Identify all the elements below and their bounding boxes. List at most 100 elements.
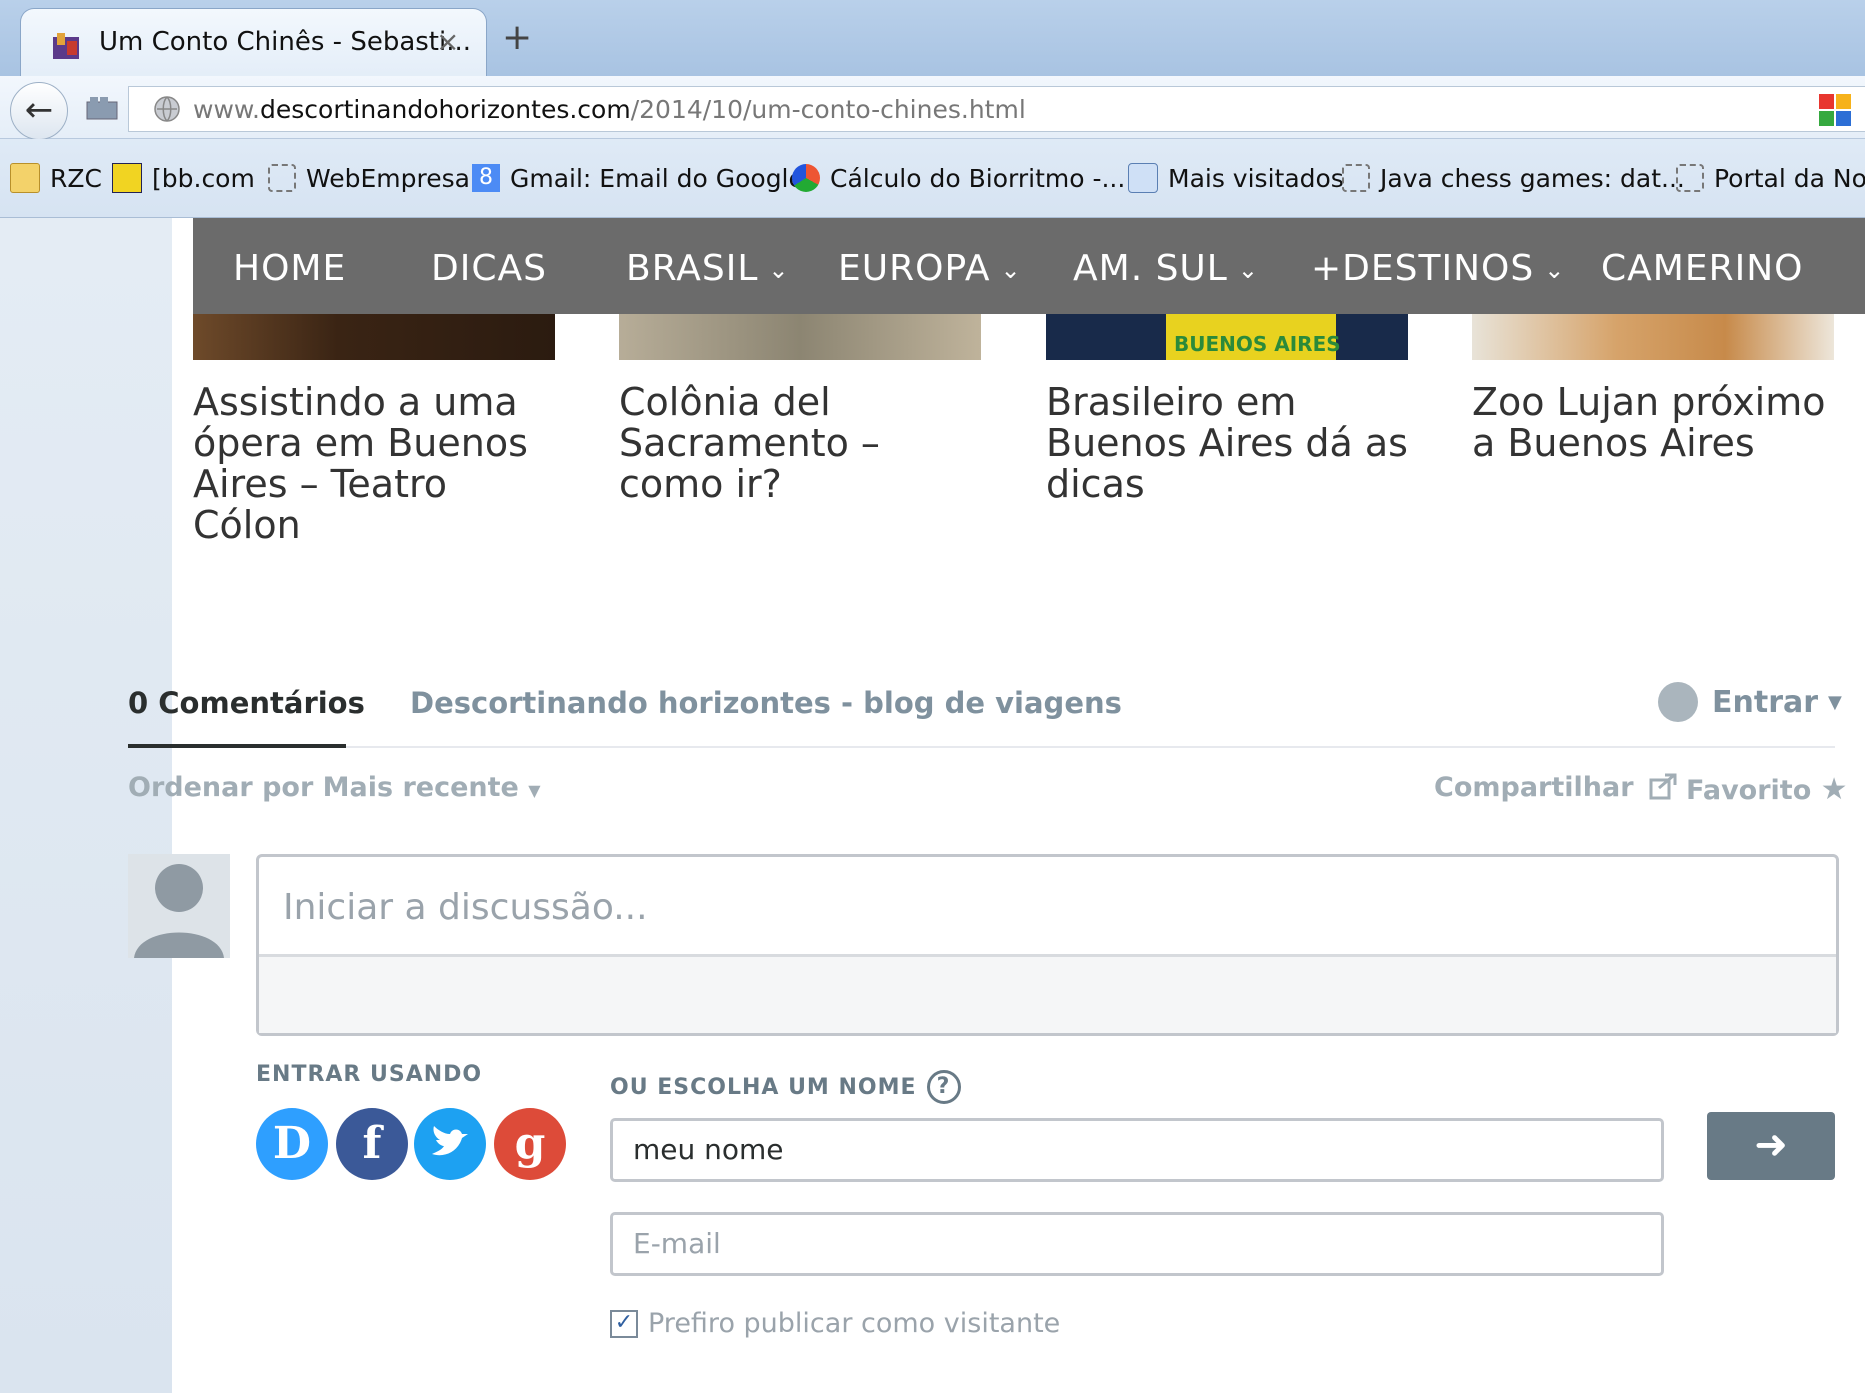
related-thumb-zoo[interactable] bbox=[1472, 314, 1834, 360]
nav-destinos[interactable]: +DESTINOS ⌄ bbox=[1311, 248, 1565, 289]
avatar bbox=[128, 854, 230, 958]
bookmark-rzc[interactable]: RZC bbox=[10, 161, 102, 195]
nav-label: EUROPA bbox=[838, 248, 991, 289]
comment-textarea[interactable]: Iniciar a discussão... bbox=[256, 854, 1839, 1036]
related-post-title[interactable]: Brasileiro em Buenos Aires dá as dicas bbox=[1046, 382, 1416, 505]
page-icon bbox=[1342, 164, 1370, 192]
nav-home[interactable]: HOME bbox=[233, 248, 346, 289]
guest-option[interactable]: ✓ Prefiro publicar como visitante bbox=[610, 1308, 1060, 1339]
bookmark-label: Java chess games: dat... bbox=[1380, 163, 1685, 193]
avg-extension-icon[interactable] bbox=[1818, 93, 1852, 127]
favorite-button[interactable]: Favorito ★ bbox=[1686, 772, 1848, 807]
bookmark-biorritmo[interactable]: Cálculo do Biorritmo -... bbox=[792, 161, 1125, 195]
related-post-title[interactable]: Colônia del Sacramento – como ir? bbox=[619, 382, 979, 505]
globe-icon bbox=[154, 96, 180, 122]
facebook-login-icon[interactable]: f bbox=[336, 1108, 408, 1180]
related-thumb-brasileiro[interactable]: BUENOS AIRES bbox=[1046, 314, 1408, 360]
bookmark-mais-visitados[interactable]: Mais visitados bbox=[1128, 161, 1344, 195]
bookmarks-bar: RZC [bb.com WebEmpresa 8 Gmail: Email do… bbox=[0, 139, 1865, 218]
url-text[interactable]: www.descortinandohorizontes.com/2014/10/… bbox=[193, 95, 1026, 124]
twitter-bird-icon bbox=[432, 1126, 468, 1156]
share-label: Compartilhar bbox=[1434, 772, 1634, 803]
star-icon: ★ bbox=[1820, 772, 1848, 807]
browser-navbar: ← www.descortinandohorizontes.com/2014/1… bbox=[0, 76, 1865, 140]
share-button[interactable]: Compartilhar bbox=[1434, 772, 1679, 803]
biorhythm-icon bbox=[792, 164, 820, 192]
textarea-footer bbox=[259, 954, 1836, 1033]
caret-down-icon: ▼ bbox=[528, 781, 541, 800]
bookmark-webempresa[interactable]: WebEmpresa bbox=[268, 161, 470, 195]
nav-label: AM. SUL bbox=[1073, 248, 1228, 289]
browser-tab[interactable]: Um Conto Chinês - Sebasti... × bbox=[20, 8, 487, 79]
bookmark-label: Cálculo do Biorritmo -... bbox=[830, 163, 1126, 193]
login-with-label: ENTRAR USANDO bbox=[256, 1062, 483, 1087]
page-icon bbox=[1676, 164, 1704, 192]
chevron-down-icon: ⌄ bbox=[1000, 256, 1022, 284]
user-icon bbox=[1658, 682, 1698, 722]
page-background-left bbox=[0, 218, 172, 1393]
login-label: Entrar bbox=[1712, 684, 1819, 720]
thumb-caption: BUENOS AIRES bbox=[1174, 332, 1341, 356]
nav-europa[interactable]: EUROPA ⌄ bbox=[838, 248, 1022, 289]
disqus-login-icon[interactable]: D bbox=[256, 1108, 328, 1180]
google-icon: 8 bbox=[472, 164, 500, 192]
favorite-label: Favorito bbox=[1686, 775, 1812, 806]
guest-name-label: OU ESCOLHA UM NOME ? bbox=[610, 1070, 961, 1104]
login-menu[interactable]: Entrar ▼ bbox=[1658, 682, 1842, 722]
caret-down-icon: ▼ bbox=[1828, 691, 1842, 713]
nav-dicas[interactable]: DICAS bbox=[431, 248, 547, 289]
bookmark-bb[interactable]: [bb.com bbox=[112, 161, 255, 195]
bb-icon bbox=[112, 163, 142, 193]
nav-camerino[interactable]: CAMERINO bbox=[1601, 248, 1803, 289]
nav-label: BRASIL bbox=[626, 248, 759, 289]
nav-brasil[interactable]: BRASIL ⌄ bbox=[626, 248, 790, 289]
folder-icon bbox=[10, 163, 40, 193]
related-thumb-opera[interactable] bbox=[193, 314, 555, 360]
new-tab-icon[interactable]: + bbox=[502, 20, 532, 56]
most-visited-icon bbox=[1128, 163, 1158, 193]
bookmark-gmail[interactable]: 8 Gmail: Email do Google bbox=[472, 161, 804, 195]
site-nav: HOME DICAS BRASIL ⌄ EUROPA ⌄ AM. SUL ⌄ +DES… bbox=[193, 218, 1865, 314]
url-prefix: www. bbox=[193, 95, 260, 124]
google-login-icon[interactable]: g bbox=[494, 1108, 566, 1180]
tab-title: Um Conto Chinês - Sebasti... bbox=[99, 27, 472, 57]
bookmark-label: Mais visitados bbox=[1168, 163, 1344, 193]
chevron-down-icon: ⌄ bbox=[768, 256, 790, 284]
name-input[interactable]: meu nome bbox=[610, 1118, 1664, 1182]
back-button[interactable]: ← bbox=[10, 82, 68, 140]
email-input[interactable]: E-mail bbox=[610, 1212, 1664, 1276]
address-bar[interactable]: www.descortinandohorizontes.com/2014/10/… bbox=[128, 86, 1865, 132]
bookmark-label: [bb.com bbox=[152, 163, 255, 193]
site-favicon-icon bbox=[53, 33, 79, 59]
guest-name-label-text: OU ESCOLHA UM NOME bbox=[610, 1074, 917, 1100]
related-post-title[interactable]: Zoo Lujan próximo a Buenos Aires bbox=[1472, 382, 1852, 464]
twitter-login-icon[interactable] bbox=[414, 1108, 486, 1180]
bookmark-label: WebEmpresa bbox=[306, 163, 470, 193]
bookmark-label: RZC bbox=[50, 163, 102, 193]
tab-groups-icon[interactable] bbox=[86, 96, 118, 120]
community-tab[interactable]: Descortinando horizontes - blog de viage… bbox=[410, 686, 1122, 720]
bookmark-label: Portal da Not bbox=[1714, 163, 1865, 193]
sort-dropdown[interactable]: Ordenar por Mais recente ▼ bbox=[128, 772, 541, 803]
chevron-down-icon: ⌄ bbox=[1237, 256, 1259, 284]
help-icon[interactable]: ? bbox=[926, 1070, 961, 1104]
guest-label: Prefiro publicar como visitante bbox=[648, 1308, 1061, 1339]
bookmark-java-chess[interactable]: Java chess games: dat... bbox=[1342, 161, 1685, 195]
page-icon bbox=[268, 164, 296, 192]
tab-close-icon[interactable]: × bbox=[436, 25, 459, 58]
bookmark-portal[interactable]: Portal da Not bbox=[1676, 161, 1865, 195]
related-post-title[interactable]: Assistindo a uma ópera em Buenos Aires –… bbox=[193, 382, 553, 546]
share-icon bbox=[1649, 773, 1677, 800]
sort-label: Ordenar por Mais recente bbox=[128, 772, 519, 803]
comment-placeholder: Iniciar a discussão... bbox=[283, 887, 648, 928]
browser-titlebar: Um Conto Chinês - Sebasti... × + bbox=[0, 0, 1865, 79]
related-thumb-colonia[interactable] bbox=[619, 314, 981, 360]
guest-checkbox[interactable]: ✓ bbox=[610, 1309, 638, 1338]
url-path: /2014/10/um-conto-chines.html bbox=[630, 95, 1026, 124]
avatar-silhouette-icon bbox=[134, 864, 224, 958]
submit-arrow-button[interactable]: ➜ bbox=[1707, 1112, 1835, 1180]
chevron-down-icon: ⌄ bbox=[1544, 256, 1566, 284]
nav-label: +DESTINOS bbox=[1311, 248, 1535, 289]
nav-am-sul[interactable]: AM. SUL ⌄ bbox=[1073, 248, 1259, 289]
comment-count-tab[interactable]: 0 Comentários bbox=[128, 686, 365, 720]
